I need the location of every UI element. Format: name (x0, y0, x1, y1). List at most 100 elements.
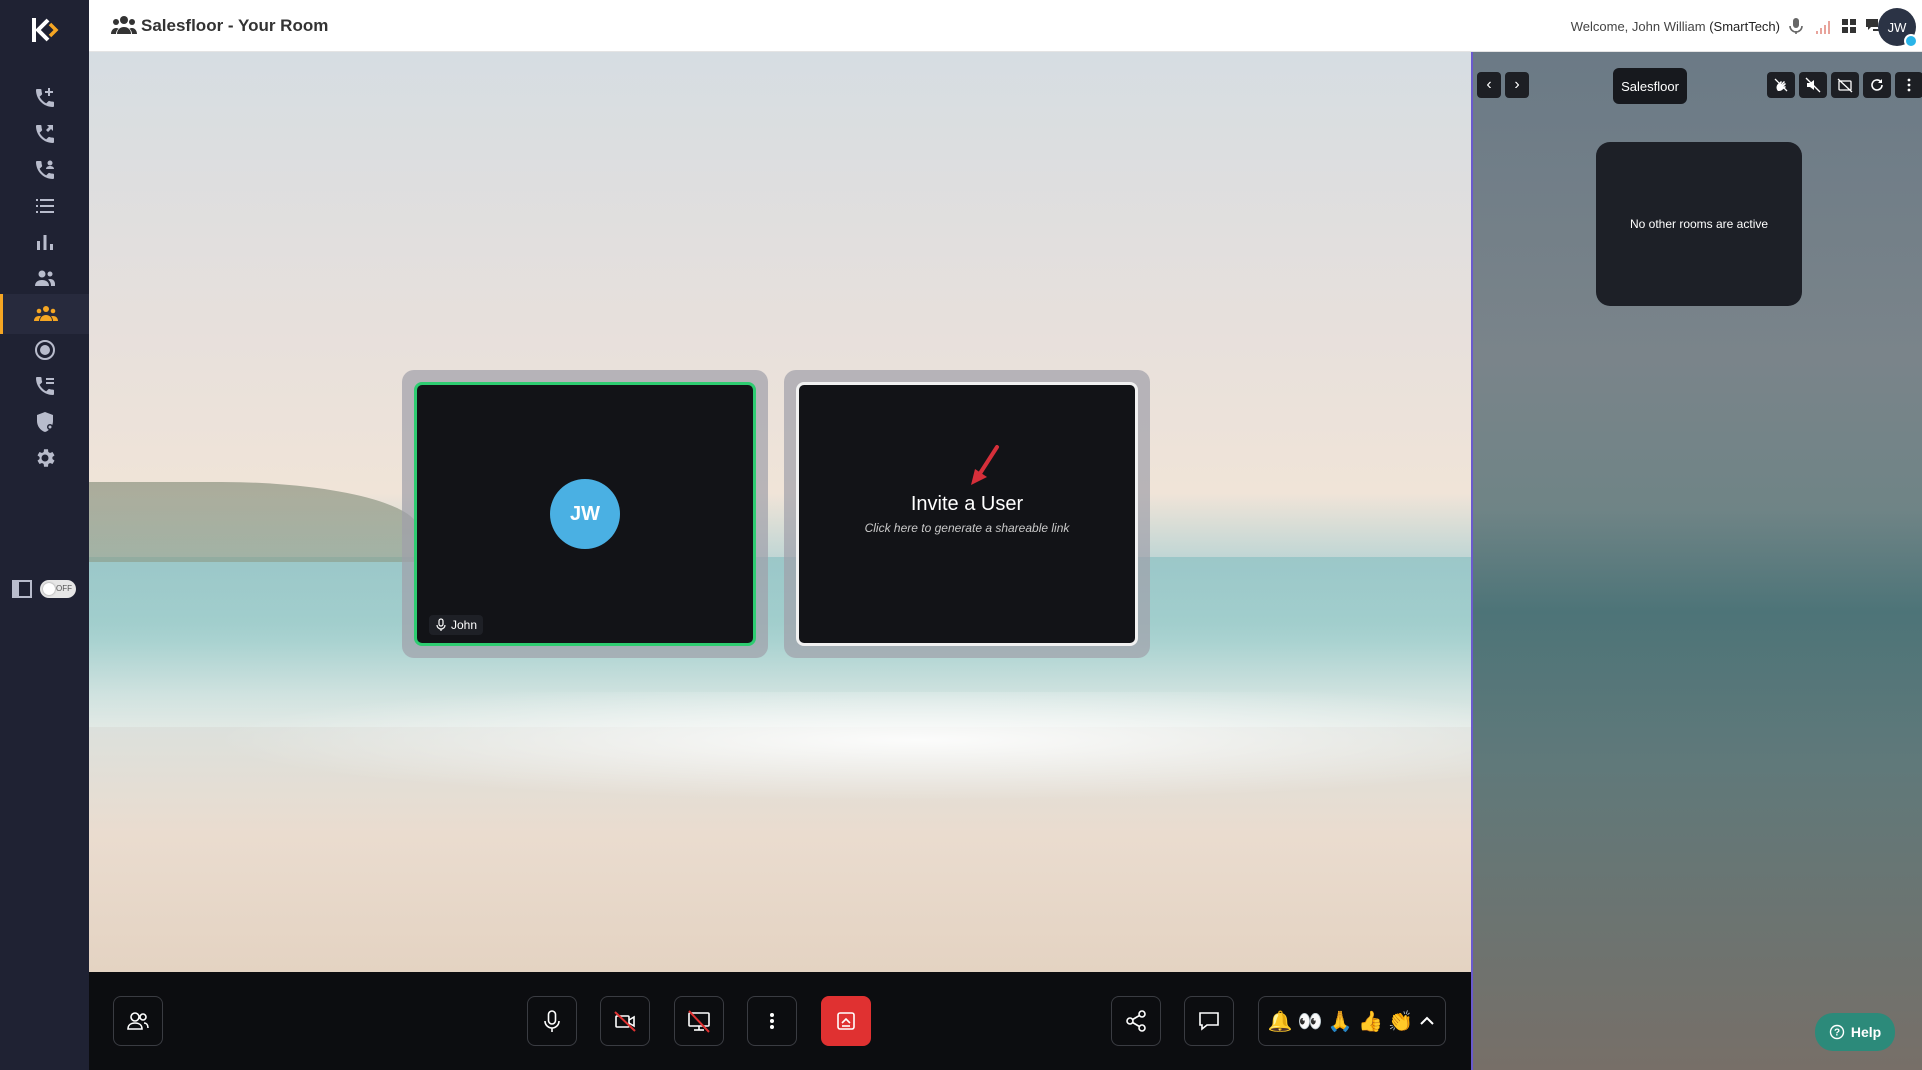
invite-user-tile[interactable]: Invite a User Click here to generate a s… (784, 370, 1150, 658)
chat-icon (1199, 1012, 1219, 1031)
bar-chart-icon (36, 235, 53, 250)
help-label: Help (1850, 1024, 1882, 1040)
app-logo[interactable] (26, 12, 62, 48)
sidebar-item-group-call[interactable] (0, 150, 89, 190)
sidebar-item-transfer[interactable] (0, 114, 89, 154)
chevron-left-icon: ‹ (1486, 76, 1492, 93)
gear-icon (37, 449, 54, 467)
help-icon: ? (1829, 1024, 1845, 1040)
phone-transfer-icon (35, 125, 54, 143)
next-button[interactable]: › (1505, 72, 1529, 98)
sidebar-item-recordings[interactable] (0, 330, 89, 370)
sidebar: OFF (0, 0, 89, 1070)
empty-rooms-message: No other rooms are active (1596, 142, 1802, 306)
participants-icon (127, 1012, 149, 1030)
list-icon (35, 199, 54, 213)
welcome-text: Welcome, John William (SmartTech) (1571, 19, 1780, 34)
microphone-icon[interactable] (1786, 16, 1806, 36)
refresh-button[interactable] (1863, 72, 1891, 98)
sidebar-item-dialer[interactable] (0, 78, 89, 118)
apps-grid-icon[interactable] (1839, 16, 1859, 36)
sidebar-item-reports[interactable] (0, 222, 89, 262)
status-indicator (1904, 34, 1918, 48)
mute-all-button[interactable] (1799, 72, 1827, 98)
participant-tile[interactable]: JW John (402, 370, 768, 658)
chat-button[interactable] (1184, 996, 1234, 1046)
reactions-bar: 🔔 👀 🙏 👍 👏 (1258, 996, 1446, 1046)
welcome-org: (SmartTech) (1709, 19, 1780, 34)
camera-off-icon (1837, 78, 1853, 93)
participant-avatar: JW (550, 479, 620, 549)
toggle-knob (43, 583, 55, 595)
invite-title: Invite a User (910, 493, 1024, 515)
leave-icon (837, 1012, 855, 1030)
reaction-pray[interactable]: 🙏 (1328, 1009, 1353, 1034)
sidebar-item-list[interactable] (0, 186, 89, 226)
user-avatar[interactable]: JW (1878, 8, 1918, 48)
chevron-right-icon: › (1514, 76, 1520, 93)
help-button[interactable]: ? Help (1815, 1013, 1895, 1051)
previous-button[interactable]: ‹ (1477, 72, 1501, 98)
invite-subtitle: Click here to generate a shareable link (864, 521, 1070, 535)
participants-button[interactable] (113, 996, 163, 1046)
sidebar-panel-icon (12, 580, 32, 598)
svg-text:?: ? (1834, 1028, 1840, 1039)
sidebar-collapse-toggle[interactable]: OFF (12, 580, 76, 598)
reaction-bell[interactable]: 🔔 (1268, 1009, 1293, 1034)
team-icon (111, 16, 137, 34)
toggle-switch[interactable]: OFF (40, 580, 76, 598)
reaction-clap[interactable]: 👏 (1388, 1009, 1413, 1034)
invite-user-button[interactable]: Invite a User Click here to generate a s… (796, 382, 1138, 646)
team-icon (34, 306, 58, 321)
room-stage: JW John Invite a User Click here to gene… (89, 52, 1471, 972)
background-island (89, 482, 419, 562)
welcome-name: Welcome, John William (1570, 19, 1710, 34)
sidebar-item-contacts[interactable] (0, 258, 89, 298)
signal-strength-icon (1816, 21, 1830, 34)
panel-toolbar (1767, 72, 1922, 98)
record-icon (34, 340, 55, 360)
share-button[interactable] (1111, 996, 1161, 1046)
microphone-icon (436, 618, 446, 631)
users-icon (34, 270, 55, 286)
sidebar-item-security[interactable] (0, 402, 89, 442)
hand-off-icon (1774, 78, 1788, 92)
more-vertical-icon (1907, 78, 1911, 92)
page-title: Salesfloor - Your Room (141, 16, 329, 35)
camera-button[interactable] (600, 996, 650, 1046)
more-options-button[interactable] (1895, 72, 1922, 98)
phone-group-icon (35, 160, 54, 179)
top-header: Salesfloor - Your Room Welcome, John Wil… (89, 0, 1922, 52)
panel-title: Salesfloor (1613, 68, 1687, 104)
wave-button[interactable] (1767, 72, 1795, 98)
reaction-thumbs-up[interactable]: 👍 (1358, 1009, 1383, 1034)
phone-forward-icon (35, 377, 54, 395)
screen-share-button[interactable] (674, 996, 724, 1046)
more-vertical-icon (770, 1013, 774, 1029)
more-actions-button[interactable] (747, 996, 797, 1046)
shield-icon (36, 412, 53, 432)
sidebar-item-call-forward[interactable] (0, 366, 89, 406)
camera-off-icon (614, 1011, 636, 1032)
rooms-panel: ‹ › Salesfloor No other rooms are active… (1471, 52, 1922, 1070)
screen-share-off-icon (688, 1010, 710, 1033)
avatar-initials: JW (1887, 19, 1907, 35)
chevron-up-icon[interactable] (1418, 1012, 1436, 1030)
participant-video: JW John (414, 382, 756, 646)
sidebar-item-settings[interactable] (0, 438, 89, 478)
arrow-pointer-icon (971, 445, 999, 485)
background-foam (89, 692, 1471, 812)
participant-name: John (451, 618, 478, 632)
video-off-button[interactable] (1831, 72, 1859, 98)
microphone-button[interactable] (527, 996, 577, 1046)
microphone-icon (544, 1010, 560, 1032)
leave-room-button[interactable] (821, 996, 871, 1046)
refresh-icon (1871, 79, 1883, 91)
toggle-label: OFF (56, 584, 72, 593)
share-icon (1126, 1010, 1146, 1032)
call-controls-bar: 🔔 👀 🙏 👍 👏 (89, 972, 1471, 1070)
reaction-eyes[interactable]: 👀 (1298, 1009, 1323, 1034)
sidebar-item-salesfloor[interactable] (0, 294, 89, 334)
volume-off-icon (1805, 77, 1821, 93)
participant-name-tag: John (429, 615, 484, 635)
